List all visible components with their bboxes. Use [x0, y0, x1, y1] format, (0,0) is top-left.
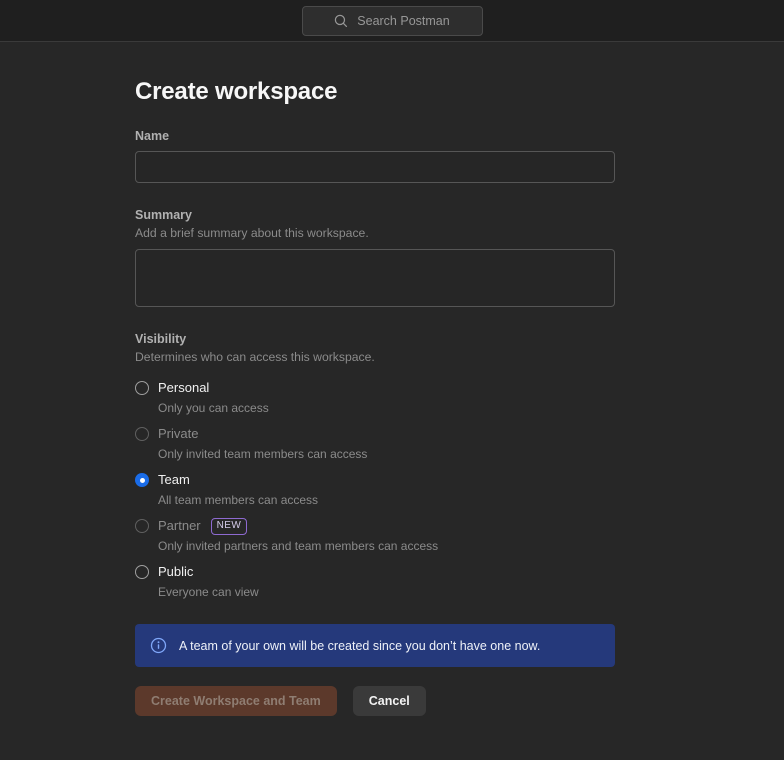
radio-partner-label: Partner	[158, 517, 201, 535]
radio-private-label: Private	[158, 425, 367, 443]
name-field-group: Name	[135, 128, 615, 183]
cancel-button[interactable]: Cancel	[353, 686, 426, 716]
radio-personal-label: Personal	[158, 379, 269, 397]
search-icon	[334, 14, 348, 28]
radio-private-icon	[135, 427, 149, 441]
radio-public-icon[interactable]	[135, 565, 149, 579]
summary-field-group: Summary Add a brief summary about this w…	[135, 207, 615, 307]
create-workspace-page: Create workspace Name Summary Add a brie…	[0, 42, 615, 716]
radio-personal-description: Only you can access	[158, 400, 269, 416]
radio-partner-icon	[135, 519, 149, 533]
new-badge: NEW	[211, 518, 248, 535]
radio-option-personal[interactable]: Personal Only you can access	[135, 379, 615, 416]
page-title: Create workspace	[135, 78, 615, 106]
radio-private-description: Only invited team members can access	[158, 446, 367, 462]
radio-option-team[interactable]: Team All team members can access	[135, 471, 615, 508]
visibility-helper: Determines who can access this workspace…	[135, 349, 615, 365]
radio-option-public[interactable]: Public Everyone can view	[135, 563, 615, 600]
visibility-group: Visibility Determines who can access thi…	[135, 331, 615, 600]
radio-team-label: Team	[158, 471, 318, 489]
summary-textarea[interactable]	[135, 249, 615, 307]
radio-public-description: Everyone can view	[158, 584, 259, 600]
info-banner: A team of your own will be created since…	[135, 624, 615, 667]
summary-helper: Add a brief summary about this workspace…	[135, 225, 615, 241]
top-bar: Search Postman	[0, 0, 784, 42]
radio-partner-description: Only invited partners and team members c…	[158, 538, 438, 554]
search-placeholder: Search Postman	[357, 14, 449, 28]
visibility-options: Personal Only you can access Private Onl…	[135, 379, 615, 600]
info-icon	[150, 637, 167, 654]
radio-public-label: Public	[158, 563, 259, 581]
summary-label: Summary	[135, 207, 615, 223]
radio-team-description: All team members can access	[158, 492, 318, 508]
radio-option-partner: Partner NEW Only invited partners and te…	[135, 517, 615, 554]
radio-team-icon-selected[interactable]	[135, 473, 149, 487]
visibility-label: Visibility	[135, 331, 615, 347]
radio-option-private: Private Only invited team members can ac…	[135, 425, 615, 462]
radio-personal-icon[interactable]	[135, 381, 149, 395]
create-workspace-and-team-button[interactable]: Create Workspace and Team	[135, 686, 337, 716]
name-label: Name	[135, 128, 615, 144]
action-buttons: Create Workspace and Team Cancel	[135, 686, 615, 716]
search-input[interactable]: Search Postman	[302, 6, 483, 36]
info-banner-text: A team of your own will be created since…	[179, 639, 540, 653]
name-input[interactable]	[135, 151, 615, 183]
